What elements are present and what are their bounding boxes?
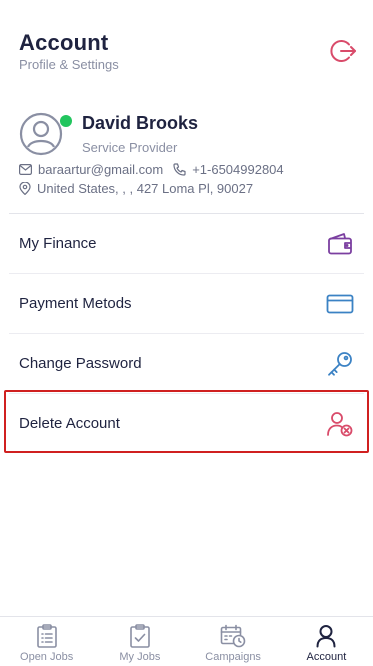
tab-my-jobs[interactable]: My Jobs — [93, 617, 186, 666]
profile-role: Service Provider — [82, 140, 178, 155]
menu-item-delete-account[interactable]: Delete Account — [9, 393, 364, 453]
menu-item-my-finance[interactable]: My Finance — [9, 213, 364, 273]
page-title: Account — [19, 30, 109, 55]
profile-name: David Brooks — [82, 113, 199, 133]
tab-open-jobs[interactable]: Open Jobs — [0, 617, 93, 666]
card-icon — [326, 290, 354, 318]
avatar — [19, 112, 63, 156]
online-status-dot — [60, 115, 72, 127]
user-remove-icon — [326, 410, 354, 438]
avatar-icon — [19, 112, 63, 156]
calendar-clock-icon — [220, 624, 246, 648]
address-row: United States, , , 427 Loma Pl, 90027 — [19, 181, 253, 196]
clipboard-list-icon — [36, 624, 57, 648]
page-header: Account Profile & Settings — [19, 30, 359, 74]
tab-label: Campaigns — [205, 651, 261, 663]
logout-icon — [330, 40, 356, 62]
tab-label: Account — [306, 651, 347, 663]
profile-phone[interactable]: +1-6504992804 — [192, 162, 283, 177]
wallet-icon — [326, 230, 354, 258]
settings-menu: My Finance Payment Metods Change Passwor… — [9, 213, 364, 453]
tab-label: My Jobs — [119, 651, 161, 663]
tab-account[interactable]: Account — [280, 617, 373, 666]
profile-email[interactable]: baraartur@gmail.com — [38, 162, 163, 177]
mail-icon — [19, 164, 32, 175]
contact-row: baraartur@gmail.com +1-6504992804 — [19, 162, 284, 177]
profile-card: David Brooks Service Provider baraartur@… — [19, 110, 364, 202]
clipboard-check-icon — [130, 624, 150, 648]
menu-item-label: Change Password — [19, 355, 142, 372]
tab-label: Open Jobs — [20, 651, 74, 663]
user-icon — [316, 625, 336, 648]
menu-item-label: Payment Metods — [19, 295, 132, 312]
menu-item-payment-methods[interactable]: Payment Metods — [9, 273, 364, 333]
menu-item-label: My Finance — [19, 235, 97, 252]
key-icon — [326, 350, 354, 378]
bottom-tab-bar: Open Jobs My Jobs Campaigns Account — [0, 616, 373, 666]
menu-item-change-password[interactable]: Change Password — [9, 333, 364, 393]
logout-button[interactable] — [327, 35, 359, 67]
location-pin-icon — [19, 182, 31, 195]
phone-icon — [173, 163, 186, 176]
tab-campaigns[interactable]: Campaigns — [187, 617, 280, 666]
page-subtitle: Profile & Settings — [19, 57, 119, 72]
menu-item-label: Delete Account — [19, 415, 120, 432]
profile-address: United States, , , 427 Loma Pl, 90027 — [37, 181, 254, 196]
